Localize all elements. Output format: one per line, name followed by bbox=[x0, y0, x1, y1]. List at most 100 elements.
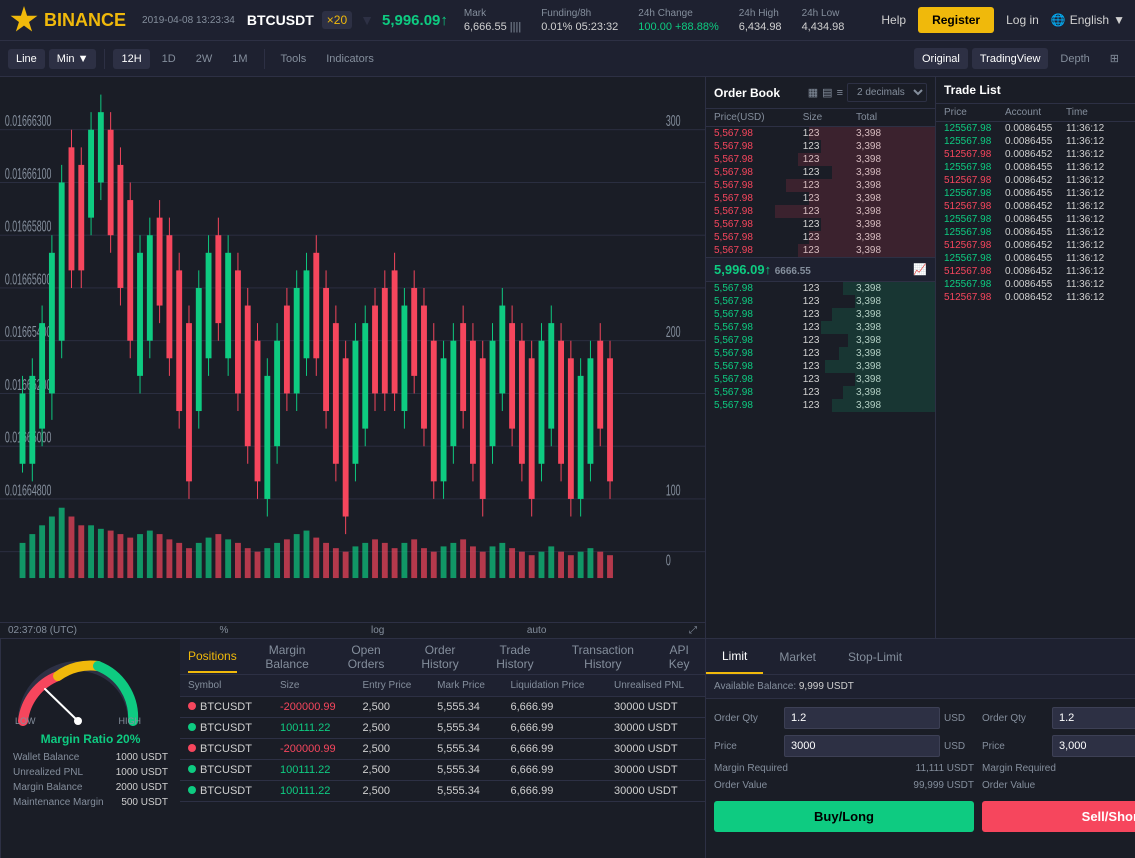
chart-toolbar: Line Min ▼ 12H 1D 2W 1M Tools Indicators… bbox=[0, 41, 1135, 77]
buy-qty-input[interactable] bbox=[784, 707, 940, 729]
tradingview-button[interactable]: TradingView bbox=[972, 48, 1049, 69]
decimals-select[interactable]: 2 decimals 1 decimal 0 decimals bbox=[847, 83, 927, 102]
ob-sell-row[interactable]: 5,567.98 123 3,398 bbox=[706, 205, 935, 218]
buy-margin-required: Margin Required 11,111 USDT bbox=[714, 763, 974, 774]
available-balance-label: Available Balance: 9,999 USDT bbox=[714, 681, 854, 692]
language-selector[interactable]: 🌐 English ▼ bbox=[1051, 13, 1125, 27]
col-liq-price: Liquidation Price bbox=[503, 675, 606, 697]
sell-short-button[interactable]: Sell/Short bbox=[982, 801, 1135, 832]
ob-buy-row[interactable]: 5,567.98 123 3,398 bbox=[706, 308, 935, 321]
buy-orders: 5,567.98 123 3,398 5,567.98 123 3,398 5,… bbox=[706, 282, 935, 412]
interval-2w-button[interactable]: 2W bbox=[188, 49, 221, 69]
trade-list-rows: 125567.980.008645511:36:12 125567.980.00… bbox=[936, 122, 1135, 304]
tab-market[interactable]: Market bbox=[763, 639, 832, 674]
tab-stop-limit[interactable]: Stop-Limit bbox=[832, 639, 918, 674]
buy-price-row: Price USD bbox=[714, 735, 974, 757]
ob-buy-row[interactable]: 5,567.98 123 3,398 bbox=[706, 399, 935, 412]
ob-col-price: Price(USD) bbox=[714, 112, 803, 123]
ob-buy-row[interactable]: 5,567.98 123 3,398 bbox=[706, 347, 935, 360]
maintenance-margin-label: Maintenance Margin bbox=[13, 797, 104, 808]
svg-text:200: 200 bbox=[666, 322, 681, 341]
ob-buy-row[interactable]: 5,567.98 123 3,398 bbox=[706, 373, 935, 386]
indicators-button[interactable]: Indicators bbox=[318, 49, 382, 69]
buy-price-unit: USD bbox=[944, 741, 974, 752]
unrealized-pnl-row: Unrealized PNL 1000 USDT bbox=[13, 767, 168, 778]
ob-sell-row[interactable]: 5,567.98 123 3,398 bbox=[706, 179, 935, 192]
svg-text:0.01664800: 0.01664800 bbox=[5, 481, 52, 500]
ob-buy-row[interactable]: 5,567.98 123 3,398 bbox=[706, 360, 935, 373]
trade-list: Trade List Price Account Time 125567.980… bbox=[935, 77, 1135, 638]
interval-12h-button[interactable]: 12H bbox=[113, 49, 149, 69]
ob-buy-row[interactable]: 5,567.98 123 3,398 bbox=[706, 321, 935, 334]
tab-open-orders[interactable]: Open Orders bbox=[337, 635, 394, 679]
sell-price-input[interactable] bbox=[1052, 735, 1135, 757]
pair-name[interactable]: BTCUSDT bbox=[247, 12, 314, 28]
tab-api-key[interactable]: API Key bbox=[661, 635, 697, 679]
ob-buy-row[interactable]: 5,567.98 123 3,398 bbox=[706, 295, 935, 308]
svg-text:0.01665600: 0.01665600 bbox=[5, 270, 52, 289]
ob-sell-row[interactable]: 5,567.98 123 3,398 bbox=[706, 140, 935, 153]
current-price: 5,996.09↑ bbox=[382, 12, 448, 29]
list-item: 125567.980.008645511:36:12 bbox=[936, 278, 1135, 291]
buy-long-button[interactable]: Buy/Long bbox=[714, 801, 974, 832]
chart-canvas[interactable]: 0.01666300 0.01666100 0.01665800 0.01665… bbox=[0, 77, 705, 622]
tab-order-history[interactable]: Order History bbox=[411, 635, 470, 679]
list-item: 512567.980.008645211:36:12 bbox=[936, 239, 1135, 252]
interval-1m-button[interactable]: 1M bbox=[224, 49, 255, 69]
list-item: 125567.980.008645511:36:12 bbox=[936, 122, 1135, 135]
positions-ptable: Symbol Size Entry Price Mark Price Liqui… bbox=[180, 675, 705, 802]
buy-price-label: Price bbox=[714, 741, 784, 752]
bottom-left: Positions Margin Balance Open Orders Ord… bbox=[180, 639, 705, 858]
register-button[interactable]: Register bbox=[918, 7, 994, 33]
svg-text:0.01665000: 0.01665000 bbox=[5, 428, 52, 447]
login-button[interactable]: Log in bbox=[1006, 13, 1039, 27]
col-symbol: Symbol bbox=[180, 675, 272, 697]
buy-price-input[interactable] bbox=[784, 735, 940, 757]
ob-sell-row[interactable]: 5,567.98 123 3,398 bbox=[706, 231, 935, 244]
ob-sell-row[interactable]: 5,567.98 123 3,398 bbox=[706, 127, 935, 140]
tab-margin-balance[interactable]: Margin Balance bbox=[253, 635, 322, 679]
ob-buy-row[interactable]: 5,567.98 123 3,398 bbox=[706, 386, 935, 399]
buy-margin-label: Margin Required bbox=[714, 763, 788, 774]
language-dropdown-icon: ▼ bbox=[1113, 13, 1125, 27]
table-row: BTCUSDT -200000.99 2,500 5,555.34 6,666.… bbox=[180, 697, 705, 718]
tab-limit[interactable]: Limit bbox=[706, 639, 763, 674]
tab-trade-history[interactable]: Trade History bbox=[485, 635, 544, 679]
ob-icon-2[interactable]: ▤ bbox=[822, 86, 832, 99]
ob-sell-row[interactable]: 5,567.98 123 3,398 bbox=[706, 218, 935, 231]
ob-sell-row[interactable]: 5,567.98 123 3,398 bbox=[706, 153, 935, 166]
change-value: 100.00 +88.88% bbox=[638, 21, 718, 33]
ob-buy-row[interactable]: 5,567.98 123 3,398 bbox=[706, 282, 935, 295]
ob-icon-1[interactable]: ▦ bbox=[808, 86, 818, 99]
main-layout: 0.01666300 0.01666100 0.01665800 0.01665… bbox=[0, 77, 1135, 638]
margin-ratio-display: Margin Ratio 20% bbox=[13, 732, 168, 746]
tab-positions[interactable]: Positions bbox=[188, 641, 237, 673]
line-button[interactable]: Line bbox=[8, 49, 45, 69]
depth-view-button[interactable]: Depth bbox=[1052, 48, 1097, 69]
dropdown-icon[interactable]: ▼ bbox=[360, 12, 374, 28]
tab-transaction-history[interactable]: Transaction History bbox=[560, 635, 645, 679]
ob-sell-row[interactable]: 5,567.98 123 3,398 bbox=[706, 244, 935, 257]
min-button[interactable]: Min ▼ bbox=[49, 49, 97, 69]
table-row: BTCUSDT 100111.22 2,500 5,555.34 6,666.9… bbox=[180, 781, 705, 802]
binance-logo-icon bbox=[10, 6, 38, 34]
fullscreen-button[interactable]: ⊞ bbox=[1102, 48, 1127, 69]
chart-time-label: 02:37:08 (UTC) bbox=[8, 625, 77, 636]
ob-sell-row[interactable]: 5,567.98 123 3,398 bbox=[706, 166, 935, 179]
help-button[interactable]: Help bbox=[881, 13, 906, 27]
order-book-controls: ▦ ▤ ≡ 2 decimals 1 decimal 0 decimals bbox=[808, 83, 927, 102]
ob-mid-price-value: 5,996.09↑ 6666.55 bbox=[714, 262, 811, 277]
ob-buy-row[interactable]: 5,567.98 123 3,398 bbox=[706, 334, 935, 347]
ob-sell-row[interactable]: 5,567.98 123 3,398 bbox=[706, 192, 935, 205]
interval-1d-button[interactable]: 1D bbox=[154, 49, 184, 69]
original-view-button[interactable]: Original bbox=[914, 48, 968, 69]
sell-qty-input[interactable] bbox=[1052, 707, 1135, 729]
sell-price-row: Price USD bbox=[982, 735, 1135, 757]
table-row: BTCUSDT 100111.22 2,500 5,555.34 6,666.9… bbox=[180, 760, 705, 781]
ob-icon-3[interactable]: ≡ bbox=[837, 87, 843, 99]
list-item: 125567.980.008645511:36:12 bbox=[936, 226, 1135, 239]
svg-text:0.01666300: 0.01666300 bbox=[5, 111, 52, 130]
order-book-header: Order Book ▦ ▤ ≡ 2 decimals 1 decimal 0 … bbox=[706, 77, 935, 109]
tools-button[interactable]: Tools bbox=[273, 49, 315, 69]
logo: BINANCE bbox=[10, 6, 126, 34]
